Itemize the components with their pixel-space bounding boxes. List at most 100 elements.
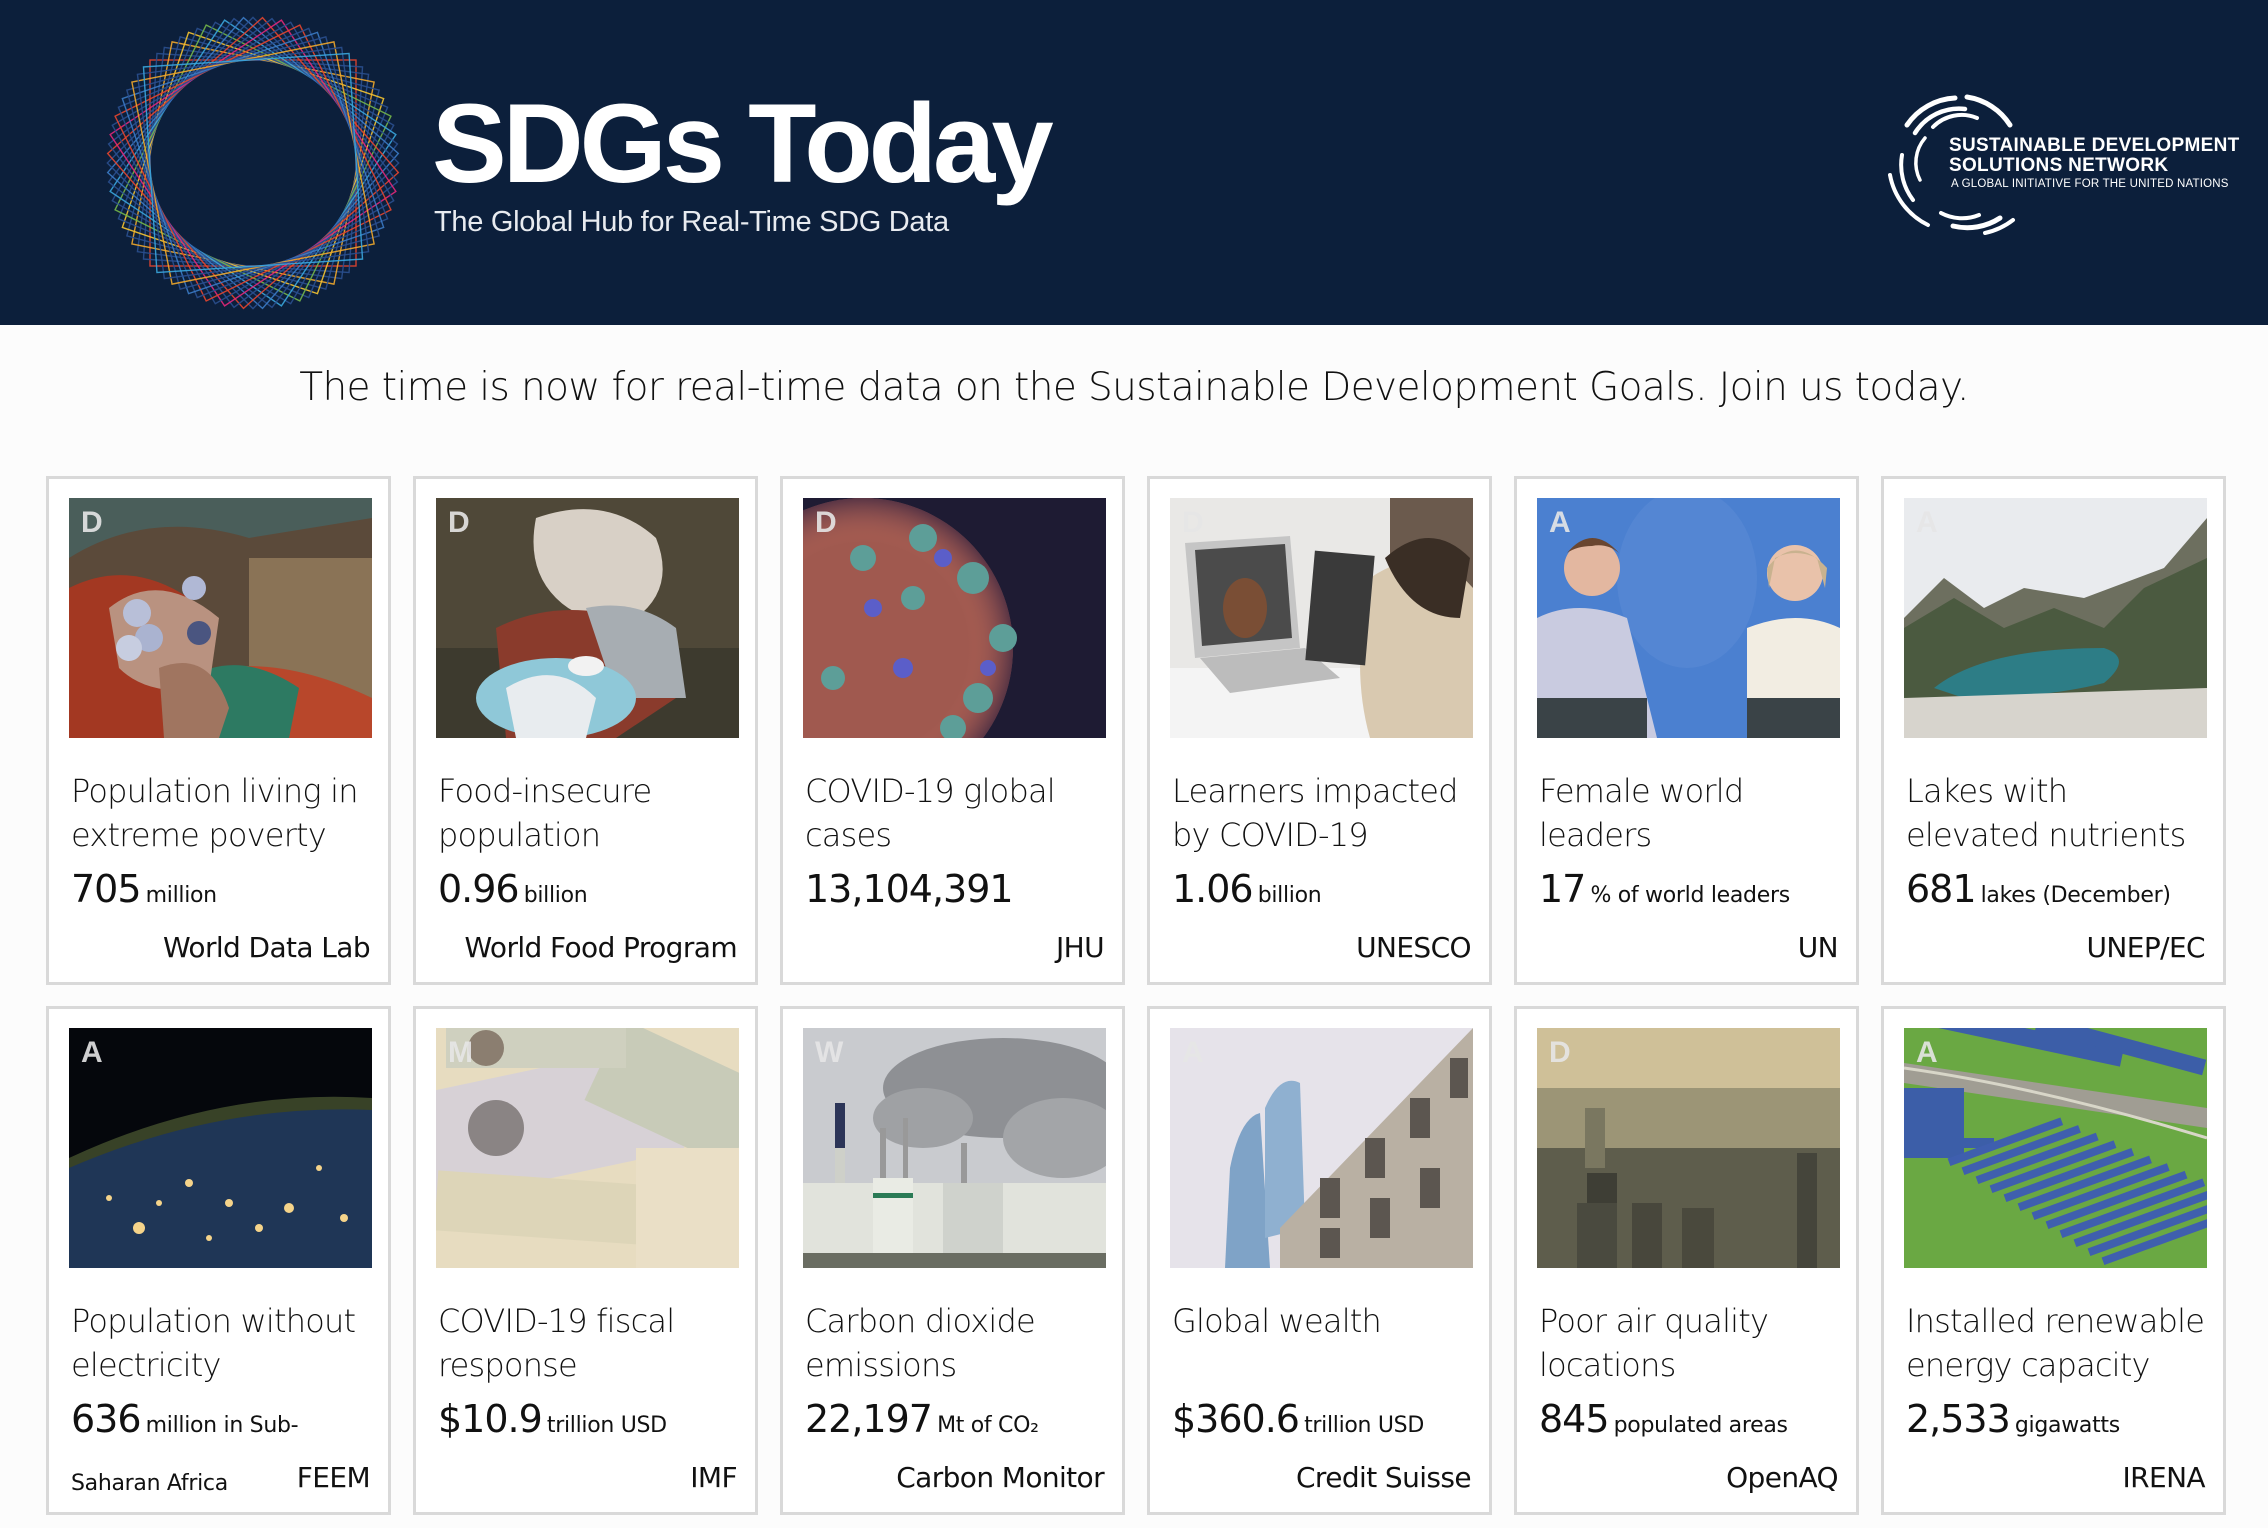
indicator-card[interactable]: A Installed renewable energy capacity 2,53… [1881,1006,2226,1515]
data-type-badge: A [1549,506,1571,539]
indicator-title[interactable]: COVID-19 fiscal response [438,1299,738,1387]
sdsn-logo[interactable]: SUSTAINABLE DEVELOPMENT SOLUTIONS NETWOR… [1885,85,2245,235]
indicator-value-line: $10.9 trillion USD [438,1397,748,1441]
indicator-image[interactable]: A [69,1028,372,1268]
data-type-badge: W [815,1036,844,1069]
indicator-title[interactable]: Population without electricity [71,1299,371,1387]
indicator-card[interactable]: M COVID-19 fiscal response $10.9 trillion … [413,1006,758,1515]
indicator-title[interactable]: Poor air quality locations [1539,1299,1839,1387]
site-subtitle: The Global Hub for Real-Time SDG Data [434,206,949,238]
data-type-badge: D [1182,506,1204,539]
indicator-title[interactable]: Global wealth [1172,1299,1472,1343]
site-header: SDGs Today The Global Hub for Real-Time … [0,0,2268,325]
indicator-value-line: 22,197 Mt of CO₂ [805,1397,1115,1441]
indicator-source[interactable]: Credit Suisse [1296,1461,1472,1494]
indicator-value-line: 705 million [71,867,381,911]
indicator-card[interactable]: D COVID-19 global cases 13,104,391 JHU [780,476,1125,985]
indicator-card[interactable]: D Learners impacted by COVID-19 1.06 billi… [1147,476,1492,985]
indicator-value: 845 [1539,1397,1610,1441]
indicator-value: 2,533 [1906,1397,2011,1441]
indicator-title[interactable]: Female world leaders [1539,769,1839,857]
indicator-source[interactable]: OpenAQ [1726,1461,1838,1494]
indicator-image[interactable]: A [1904,1028,2207,1268]
indicator-unit: % of world leaders [1590,883,1790,908]
indicator-value-line: 681 lakes (December) [1906,867,2216,911]
indicator-value: 1.06 [1172,867,1254,911]
indicator-source[interactable]: FEEM [297,1461,371,1494]
indicator-card[interactable]: D Population living in extreme poverty 705… [46,476,391,985]
indicator-image[interactable]: D [1537,1028,1840,1268]
indicator-source[interactable]: UNEP/EC [2087,931,2206,964]
indicator-title[interactable]: Learners impacted by COVID-19 [1172,769,1472,857]
indicator-value-line: $360.6 trillion USD [1172,1397,1482,1441]
indicator-image[interactable]: W [803,1028,1106,1268]
indicator-title[interactable]: Population living in extreme poverty [71,769,371,857]
data-type-badge: D [81,506,103,539]
data-type-badge: D [1549,1036,1571,1069]
indicator-card[interactable]: W Carbon dioxide emissions 22,197 Mt of CO… [780,1006,1125,1515]
coronavirus-image [803,498,1106,738]
city-buildings-image [1170,1028,1473,1268]
site-title[interactable]: SDGs Today [432,88,1054,200]
indicator-image[interactable]: D [803,498,1106,738]
indicator-image[interactable]: D [1170,498,1473,738]
indicator-card[interactable]: A Global wealth $360.6 trillion USD Credit … [1147,1006,1492,1515]
data-type-badge: A [1916,1036,1938,1069]
smoggy-city-image [1537,1028,1840,1268]
indicator-source[interactable]: UNESCO [1356,931,1472,964]
power-plant-smoke-image [803,1028,1106,1268]
indicator-image[interactable]: A [1170,1028,1473,1268]
indicator-card[interactable]: D Poor air quality locations 845 populated… [1514,1006,1859,1515]
indicator-value-line: 636 million in Sub- [71,1397,381,1441]
indicator-card[interactable]: A Lakes with elevated nutrients 681 lakes … [1881,476,2226,985]
indicator-source[interactable]: IMF [690,1461,737,1494]
indicator-image[interactable]: A [1904,498,2207,738]
indicator-title[interactable]: Installed renewable energy capacity [1906,1299,2206,1387]
indicator-source[interactable]: JHU [1056,931,1105,964]
hands-with-coins-image [69,498,372,738]
indicator-source[interactable]: Carbon Monitor [896,1461,1104,1494]
indicator-value-line: 1.06 billion [1172,867,1482,911]
data-type-badge: A [1182,1036,1204,1069]
indicator-source[interactable]: UN [1798,931,1839,964]
indicator-value: 636 [71,1397,142,1441]
sdgs-spiral-logo-icon[interactable] [103,13,403,313]
indicator-title[interactable]: COVID-19 global cases [805,769,1105,857]
indicator-title[interactable]: Carbon dioxide emissions [805,1299,1105,1387]
data-type-badge: D [815,506,837,539]
indicator-title[interactable]: Lakes with elevated nutrients [1906,769,2206,857]
indicator-card[interactable]: D Food-insecure population 0.96 billion Wor… [413,476,758,985]
indicator-source[interactable]: World Food Program [464,931,737,964]
indicator-image[interactable]: D [436,498,739,738]
indicator-value: 0.96 [438,867,520,911]
indicator-value-line: 13,104,391 [805,867,1115,911]
indicator-unit: populated areas [1613,1413,1788,1438]
indicator-value: $10.9 [438,1397,543,1441]
indicator-image[interactable]: A [1537,498,1840,738]
indicator-source[interactable]: World Data Lab [163,931,371,964]
sdsn-tagline: A GLOBAL INITIATIVE FOR THE UNITED NATIO… [1951,178,2229,190]
indicator-unit: billion [1257,883,1322,908]
indicator-card[interactable]: A Female world leaders 17 % of world leade… [1514,476,1859,985]
sdsn-name-line1: SUSTAINABLE DEVELOPMENT [1949,135,2240,156]
indicator-value-line: 17 % of world leaders [1539,867,1849,911]
indicator-image[interactable]: M [436,1028,739,1268]
mountain-lake-image [1904,498,2207,738]
indicator-unit: billion [523,883,588,908]
online-learning-image [1170,498,1473,738]
indicator-image[interactable]: D [69,498,372,738]
indicator-card[interactable]: A Population without electricity 636 milli… [46,1006,391,1515]
solar-farm-image [1904,1028,2207,1268]
person-with-basket-image [436,498,739,738]
female-leaders-podium-image [1537,498,1840,738]
indicator-unit: lakes (December) [1980,883,2171,908]
data-type-badge: D [448,506,470,539]
data-type-badge: A [1916,506,1938,539]
indicator-unit: million [145,883,217,908]
dollar-bills-image [436,1028,739,1268]
data-type-badge: M [448,1036,473,1069]
indicator-source[interactable]: IRENA [2122,1461,2205,1494]
data-type-badge: A [81,1036,103,1069]
sdsn-name-line2: SOLUTIONS NETWORK [1949,155,2169,176]
indicator-title[interactable]: Food-insecure population [438,769,738,857]
